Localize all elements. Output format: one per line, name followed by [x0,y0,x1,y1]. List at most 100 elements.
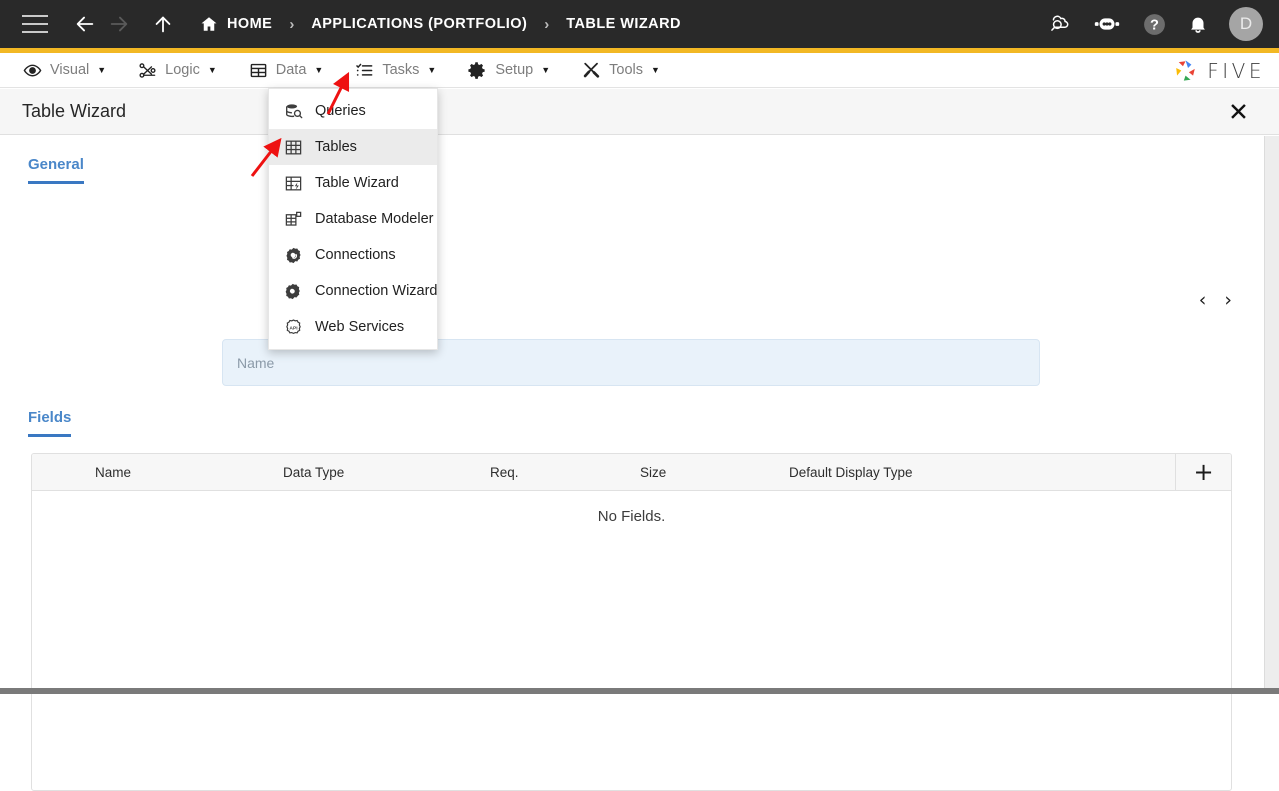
footer-bar [0,688,1279,694]
dropdown-item-web-services[interactable]: API Web Services [269,309,437,345]
vertical-scrollbar[interactable] [1264,136,1279,688]
record-pager: ‹ › [1199,291,1232,310]
connections-icon [283,245,303,265]
table-wizard-icon [283,173,303,193]
tab-fields[interactable]: Fields [28,409,71,437]
topbar-actions: ? D [1046,0,1263,48]
breadcrumb-separator-2: › [544,16,549,33]
notifications-bell-icon [1187,13,1209,35]
close-button[interactable]: ✕ [1228,99,1249,124]
dropdown-item-tables-label: Tables [315,139,357,155]
up-button[interactable] [146,7,180,41]
tab-fields-underline [28,434,71,437]
chevron-down-icon: ▼ [97,66,106,75]
five-brand-text: FIVE [1207,59,1265,83]
database-search-icon [283,101,303,121]
menu-logic-label: Logic [165,62,200,78]
chevron-down-icon: ▼ [208,66,217,75]
dropdown-item-connections-label: Connections [315,247,396,263]
forward-button[interactable] [102,7,136,41]
name-input-placeholder: Name [237,355,274,371]
hamburger-menu-icon[interactable] [22,15,48,33]
chevron-down-icon: ▼ [651,66,660,75]
previous-record-button[interactable]: ‹ [1199,291,1207,310]
application-menu-bar: Visual ▼ Logic ▼ Data ▼ [0,53,1279,88]
gear-icon [468,61,487,80]
tab-general-underline [28,181,84,184]
breadcrumb-home-label: HOME [227,16,272,32]
column-header-display-type: Default Display Type [789,465,913,480]
data-grid-icon [249,61,268,80]
tools-icon [582,61,601,80]
dropdown-item-database-modeler[interactable]: Database Modeler [269,201,437,237]
dropdown-item-connection-wizard-label: Connection Wizard [315,283,438,299]
logic-nodes-icon [138,61,157,80]
checklist-icon [355,61,374,80]
column-header-data-type: Data Type [283,465,344,480]
breadcrumb-separator-1: › [289,16,294,33]
menu-data[interactable]: Data ▼ [233,53,340,88]
page-title: Table Wizard [22,101,126,122]
tab-general[interactable]: General [28,156,84,184]
web-services-api-icon: API [283,317,303,337]
column-header-name: Name [95,465,131,480]
arrow-right-icon [108,13,130,35]
dropdown-item-web-services-label: Web Services [315,319,404,335]
menu-tasks-label: Tasks [382,62,419,78]
help-icon: ? [1142,12,1167,37]
menu-tools-label: Tools [609,62,643,78]
back-button[interactable] [68,7,102,41]
cloud-search-button[interactable] [1046,12,1072,36]
dropdown-item-queries-label: Queries [315,103,366,119]
tab-fields-label: Fields [28,409,71,434]
breadcrumb-home[interactable]: HOME [200,15,272,33]
tab-general-label: General [28,156,84,181]
menu-setup-label: Setup [495,62,533,78]
fields-table-header: Name Data Type Req. Size Default Display… [32,454,1231,491]
dropdown-item-connections[interactable]: Connections [269,237,437,273]
database-modeler-icon [283,209,303,229]
add-field-button[interactable]: + [1175,454,1231,490]
five-brand-logo[interactable]: FIVE [1172,57,1265,84]
connection-wizard-icon [283,281,303,301]
menu-tools[interactable]: Tools ▼ [566,53,676,88]
chevron-down-icon: ▼ [314,66,323,75]
notifications-button[interactable] [1187,13,1209,35]
dropdown-item-tables[interactable]: Tables [269,129,437,165]
chevron-down-icon: ▼ [427,66,436,75]
dropdown-item-connection-wizard[interactable]: Connection Wizard [269,273,437,309]
help-button[interactable]: ? [1142,12,1167,37]
menu-visual-label: Visual [50,62,89,78]
column-header-size: Size [640,465,666,480]
dropdown-item-queries[interactable]: Queries [269,93,437,129]
page-header: Table Wizard ✕ [0,89,1279,135]
user-avatar[interactable]: D [1229,7,1263,41]
chatbot-icon [1092,13,1122,35]
column-header-req: Req. [490,465,519,480]
dropdown-item-table-wizard-label: Table Wizard [315,175,399,191]
fields-table: Name Data Type Req. Size Default Display… [31,453,1232,791]
page-content: General ‹ › Name Fields Name Data Type R… [0,136,1264,679]
arrow-left-icon [74,13,96,35]
fields-empty-message: No Fields. [32,508,1231,525]
svg-text:?: ? [1150,17,1159,33]
menu-logic[interactable]: Logic ▼ [122,53,233,88]
menu-visual[interactable]: Visual ▼ [7,53,122,88]
chevron-down-icon: ▼ [541,66,550,75]
chatbot-button[interactable] [1092,13,1122,35]
arrow-up-icon [152,13,174,35]
menu-setup[interactable]: Setup ▼ [452,53,566,88]
dropdown-item-database-modeler-label: Database Modeler [315,211,434,227]
data-dropdown-menu: Queries Tables Table Wizard [268,88,438,350]
dropdown-item-table-wizard[interactable]: Table Wizard [269,165,437,201]
breadcrumb-applications[interactable]: APPLICATIONS (PORTFOLIO) [311,16,527,32]
next-record-button[interactable]: › [1224,291,1232,310]
breadcrumb-table-wizard[interactable]: TABLE WIZARD [566,16,681,32]
menu-tasks[interactable]: Tasks ▼ [339,53,452,88]
table-grid-icon [283,137,303,157]
cloud-search-icon [1046,12,1072,36]
five-pinwheel-icon [1172,57,1199,84]
top-navigation-bar: HOME › APPLICATIONS (PORTFOLIO) › TABLE … [0,0,1279,48]
home-icon [200,15,218,33]
svg-text:API: API [289,325,298,331]
